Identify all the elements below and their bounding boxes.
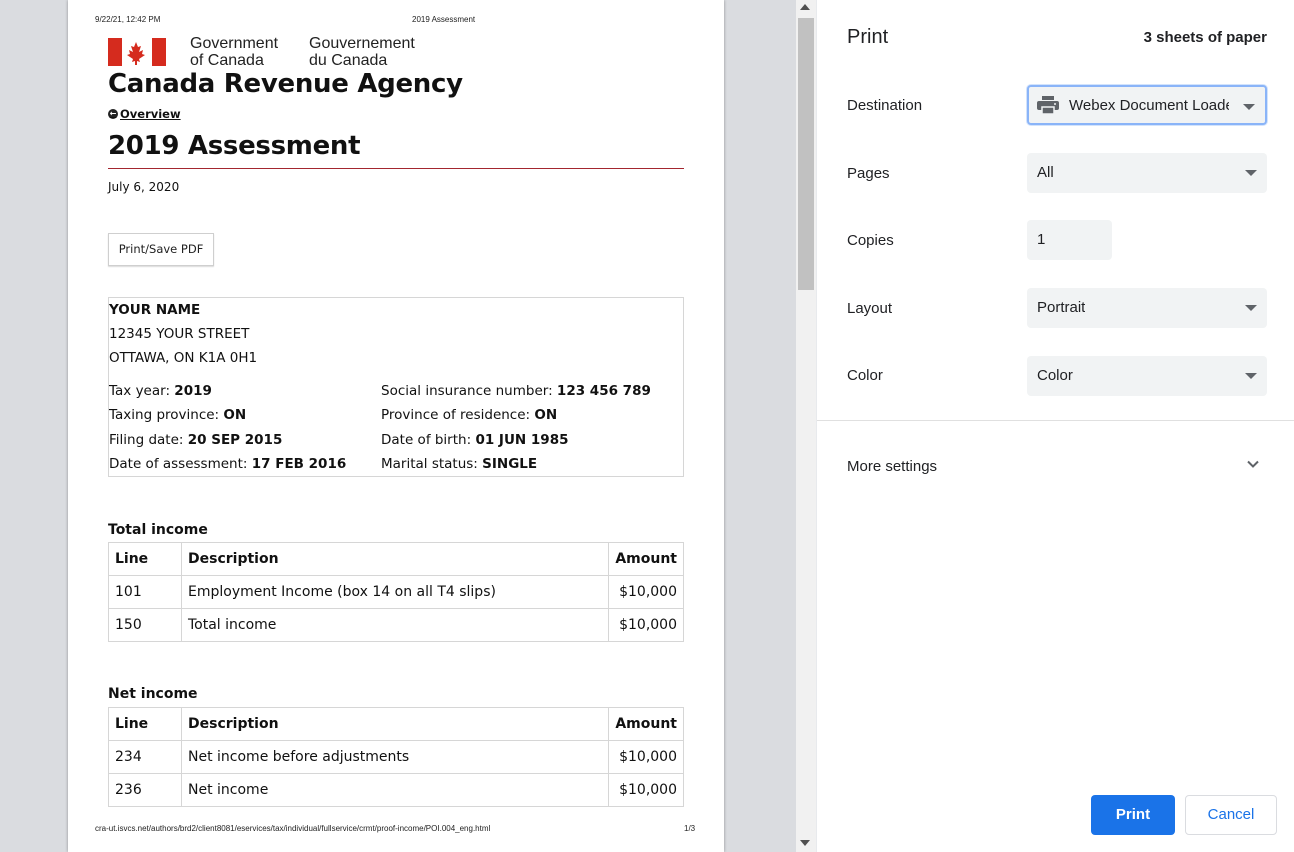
more-settings-label: More settings <box>847 458 938 475</box>
taxpayer-city: OTTAWA, ON K1A 0H1 <box>109 350 258 366</box>
taxing-province-field: Taxing province: ON <box>109 407 247 423</box>
province-residence-field: Province of residence: ON <box>381 407 558 423</box>
gov-fr-line1: Gouvernement <box>309 35 415 52</box>
col-description-header: Description <box>180 542 610 576</box>
cell-description: Net income <box>180 773 610 807</box>
canada-flag-icon <box>108 38 166 66</box>
cell-amount: $10,000 <box>608 740 684 774</box>
chevron-down-icon <box>1243 104 1255 110</box>
cell-amount: $10,000 <box>608 575 684 609</box>
page-header-datetime: 9/22/21, 12:42 PM <box>95 15 161 24</box>
tax-year-field: Tax year: 2019 <box>109 383 212 399</box>
cell-line: 150 <box>108 608 182 642</box>
table-row: 101 Employment Income (box 14 on all T4 … <box>108 575 684 609</box>
net-income-table: Line Description Amount 234 Net income b… <box>108 707 684 807</box>
sin-field: Social insurance number: 123 456 789 <box>381 383 651 399</box>
table-header-row: Line Description Amount <box>108 542 684 576</box>
scrollbar-thumb[interactable] <box>798 18 814 290</box>
expand-chevron-icon <box>1247 460 1259 468</box>
cancel-button[interactable]: Cancel <box>1185 795 1277 835</box>
print-button[interactable]: Print <box>1091 795 1175 835</box>
page-header-title: 2019 Assessment <box>412 15 476 24</box>
more-settings-toggle[interactable]: More settings <box>817 446 1294 486</box>
chevron-down-icon <box>1245 373 1257 379</box>
marital-status-field: Marital status: SINGLE <box>381 456 538 472</box>
layout-value: Portrait <box>1037 299 1086 316</box>
cell-amount: $10,000 <box>608 608 684 642</box>
layout-select[interactable]: Portrait <box>1027 288 1267 328</box>
cell-line: 234 <box>108 740 182 774</box>
net-income-heading: Net income <box>108 686 198 702</box>
back-arrow-icon: ← <box>108 109 118 119</box>
cell-description: Net income before adjustments <box>180 740 610 774</box>
print-preview-area: 9/22/21, 12:42 PM 2019 Assessment Govern… <box>0 0 796 852</box>
cell-description: Total income <box>180 608 610 642</box>
cell-description: Employment Income (box 14 on all T4 slip… <box>180 575 610 609</box>
settings-divider <box>817 420 1294 421</box>
preview-page: 9/22/21, 12:42 PM 2019 Assessment Govern… <box>68 0 724 852</box>
overview-link[interactable]: ← Overview <box>108 107 181 121</box>
destination-label: Destination <box>847 97 923 114</box>
total-income-table: Line Description Amount 101 Employment I… <box>108 542 684 642</box>
chevron-down-icon <box>1245 305 1257 311</box>
table-row: 150 Total income $10,000 <box>108 608 684 642</box>
gov-wordmark-fr: Gouvernement du Canada <box>309 35 415 69</box>
gov-en-line1: Government <box>190 35 279 52</box>
col-amount-header: Amount <box>608 707 684 741</box>
col-line-header: Line <box>108 707 182 741</box>
copies-input[interactable]: 1 <box>1027 220 1112 260</box>
layout-label: Layout <box>847 300 893 317</box>
document-date: July 6, 2020 <box>108 180 180 194</box>
cell-line: 236 <box>108 773 182 807</box>
table-row: 236 Net income $10,000 <box>108 773 684 807</box>
panel-title: Print <box>847 26 889 48</box>
print-settings-panel: Print 3 sheets of paper Destination Webe… <box>816 0 1294 852</box>
gov-wordmark-en: Government of Canada <box>190 35 278 69</box>
preview-scrollbar[interactable] <box>796 0 816 852</box>
assessment-date-field: Date of assessment: 17 FEB 2016 <box>109 456 347 472</box>
taxpayer-info-box: YOUR NAME 12345 YOUR STREET OTTAWA, ON K… <box>108 297 684 477</box>
col-description-header: Description <box>180 707 610 741</box>
destination-value: Webex Document Loader <box>1069 97 1229 114</box>
pages-value: All <box>1037 164 1054 181</box>
color-value: Color <box>1037 367 1073 384</box>
page-footer-url: cra-ut.isvcs.net/authors/brd2/client8081… <box>95 824 491 833</box>
dob-field: Date of birth: 01 JUN 1985 <box>381 432 569 448</box>
overview-link-label: Overview <box>120 107 181 121</box>
color-select[interactable]: Color <box>1027 356 1267 396</box>
print-save-pdf-button[interactable]: Print/Save PDF <box>108 233 214 266</box>
page-footer-number: 1/3 <box>684 824 696 833</box>
copies-label: Copies <box>847 232 894 249</box>
table-header-row: Line Description Amount <box>108 707 684 741</box>
total-income-heading: Total income <box>108 522 208 538</box>
taxpayer-street: 12345 YOUR STREET <box>109 326 250 342</box>
filing-date-field: Filing date: 20 SEP 2015 <box>109 432 283 448</box>
col-line-header: Line <box>108 542 182 576</box>
printer-icon <box>1037 96 1059 114</box>
document-title: 2019 Assessment <box>108 131 361 161</box>
color-label: Color <box>847 367 883 384</box>
cell-line: 101 <box>108 575 182 609</box>
taxpayer-name: YOUR NAME <box>109 302 201 318</box>
gov-fr-line2: du Canada <box>309 52 388 69</box>
col-amount-header: Amount <box>608 542 684 576</box>
cell-amount: $10,000 <box>608 773 684 807</box>
gov-en-line2: of Canada <box>190 52 264 69</box>
agency-name: Canada Revenue Agency <box>108 69 463 99</box>
title-divider <box>108 168 684 169</box>
destination-select[interactable]: Webex Document Loader <box>1027 85 1267 125</box>
scroll-down-arrow-icon[interactable] <box>800 840 810 846</box>
pages-select[interactable]: All <box>1027 153 1267 193</box>
scroll-up-arrow-icon[interactable] <box>800 4 810 10</box>
sheet-count: 3 sheets of paper <box>1143 29 1267 46</box>
chevron-down-icon <box>1245 170 1257 176</box>
pages-label: Pages <box>847 165 890 182</box>
table-row: 234 Net income before adjustments $10,00… <box>108 740 684 774</box>
